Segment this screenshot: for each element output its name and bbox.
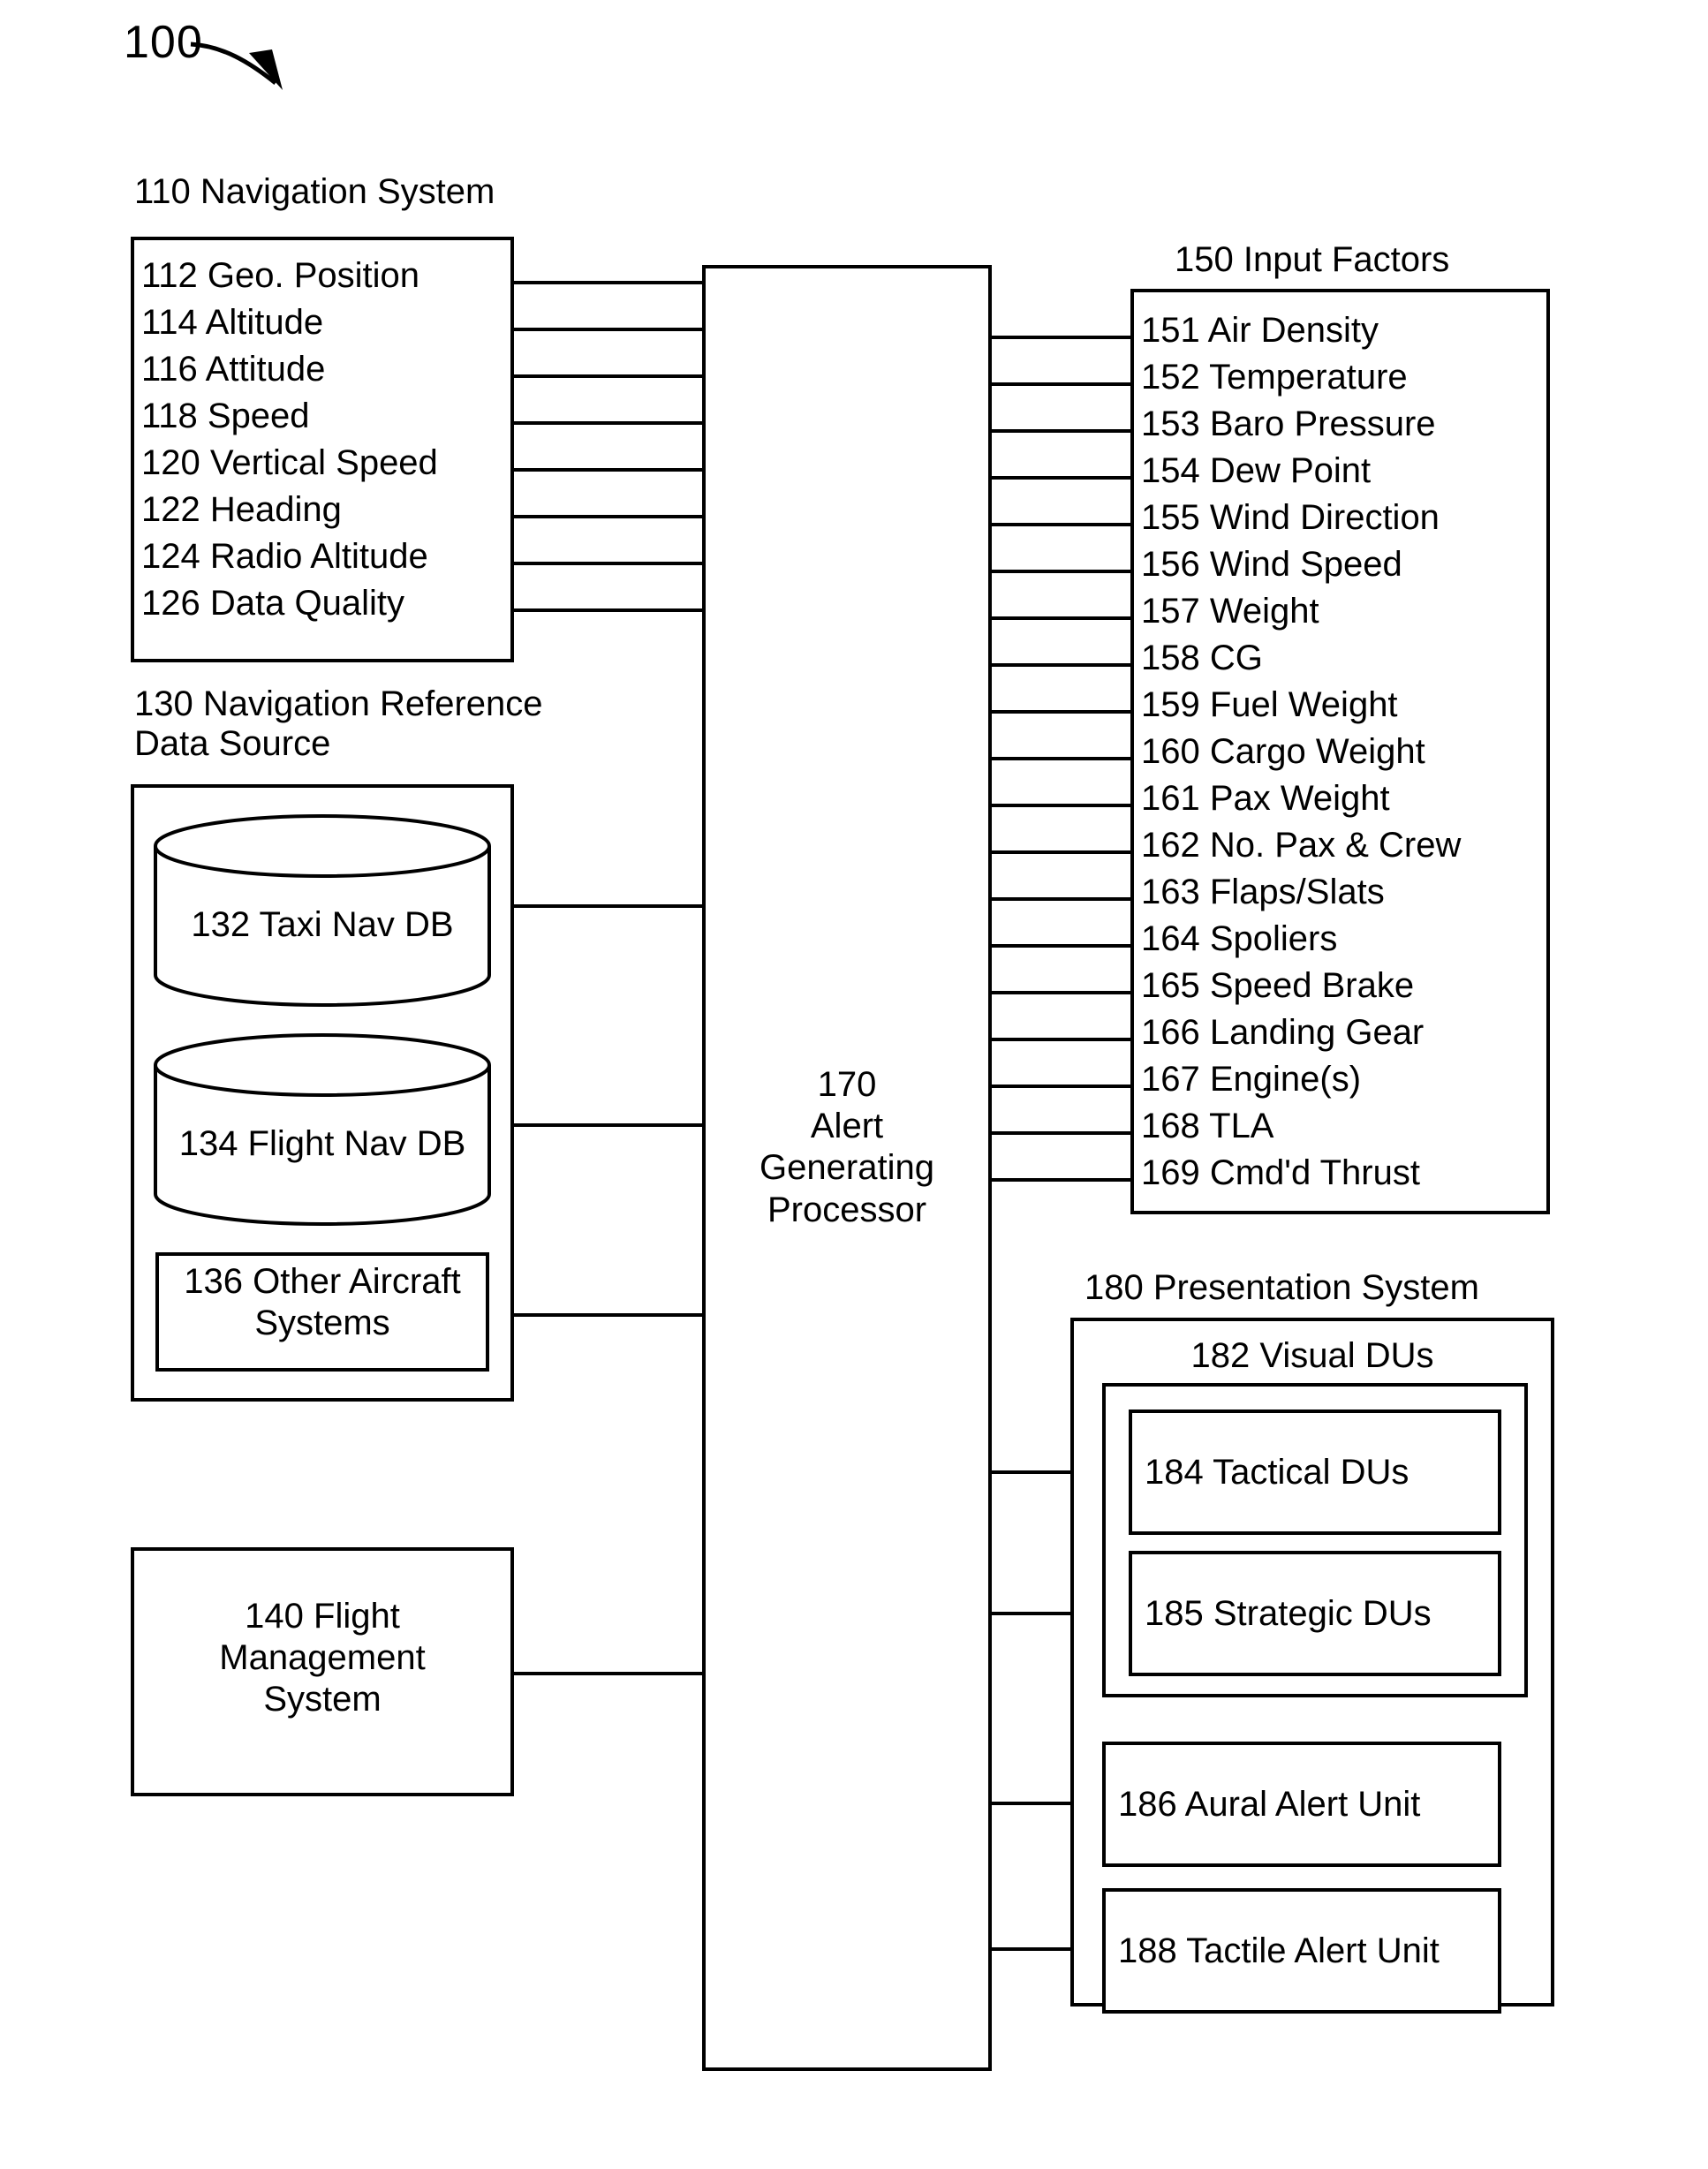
- input-factor-cargo-weight: 160 Cargo Weight: [1141, 732, 1425, 771]
- input-factor-cmdd-thrust: 169 Cmd'd Thrust: [1141, 1153, 1420, 1192]
- input-factor-speed-brake: 165 Speed Brake: [1141, 966, 1415, 1005]
- tactile-alert-unit-label: 188 Tactile Alert Unit: [1118, 1931, 1440, 1970]
- connector-line: [992, 1131, 1130, 1135]
- input-factor-weight: 157 Weight: [1141, 592, 1319, 631]
- input-factor-no-pax-crew: 162 No. Pax & Crew: [1141, 826, 1462, 865]
- alert-generating-processor-label: 170 Alert Generating Processor: [760, 1065, 934, 1229]
- connector-line: [514, 1123, 706, 1127]
- input-factor-flaps-slats: 163 Flaps/Slats: [1141, 873, 1385, 911]
- connector-line: [514, 328, 706, 331]
- connector-line: [514, 904, 706, 908]
- input-factor-landing-gear: 166 Landing Gear: [1141, 1013, 1425, 1052]
- input-factor-tla: 168 TLA: [1141, 1107, 1274, 1145]
- connector-line: [514, 468, 706, 472]
- connector-line: [514, 421, 706, 425]
- aural-alert-unit-label: 186 Aural Alert Unit: [1118, 1785, 1421, 1824]
- input-factor-wind-direction: 155 Wind Direction: [1141, 498, 1440, 537]
- connector-line: [992, 1612, 1070, 1615]
- connector-line: [514, 1313, 706, 1317]
- input-factor-fuel-weight: 159 Fuel Weight: [1141, 685, 1398, 724]
- navigation-system-caption: 110 Navigation System: [134, 172, 495, 211]
- connector-line: [992, 523, 1130, 526]
- nav-item-vertical-speed: 120 Vertical Speed: [141, 443, 438, 482]
- tactical-dus-label: 184 Tactical DUs: [1145, 1453, 1409, 1492]
- lead-line-arrow-icon: [190, 42, 283, 90]
- connector-line: [992, 804, 1130, 807]
- input-factor-baro-pressure: 153 Baro Pressure: [1141, 404, 1436, 443]
- connector-line: [992, 710, 1130, 714]
- connector-line: [992, 1084, 1130, 1088]
- connector-line: [514, 608, 706, 612]
- patent-figure-diagram: 100 110 Navigation System 112 Geo. Posit…: [0, 0, 1708, 2169]
- nav-item-geo-position: 112 Geo. Position: [141, 256, 420, 295]
- input-factor-cg: 158 CG: [1141, 639, 1263, 677]
- connector-line: [992, 336, 1130, 339]
- taxi-nav-db-label: 132 Taxi Nav DB: [191, 905, 454, 944]
- connector-line: [992, 382, 1130, 386]
- input-factor-temperature: 152 Temperature: [1141, 358, 1408, 397]
- connector-line: [992, 850, 1130, 854]
- nav-reference-data-source-caption: 130 Navigation Reference Data Source: [134, 684, 543, 763]
- connector-line: [514, 374, 706, 378]
- flight-management-system-label: 140 Flight Management System: [219, 1597, 426, 1719]
- input-factor-wind-speed: 156 Wind Speed: [1141, 545, 1402, 584]
- nav-item-data-quality: 126 Data Quality: [141, 584, 404, 623]
- connector-line: [992, 1470, 1070, 1474]
- input-factor-engines: 167 Engine(s): [1141, 1060, 1362, 1099]
- connector-line: [992, 663, 1130, 667]
- nav-item-altitude: 114 Altitude: [141, 303, 324, 342]
- connector-line: [992, 1178, 1130, 1182]
- input-factor-dew-point: 154 Dew Point: [1141, 451, 1372, 490]
- other-aircraft-systems-label: 136 Other Aircraft Systems: [184, 1262, 461, 1343]
- connector-line: [992, 429, 1130, 433]
- connector-line: [514, 281, 706, 284]
- connector-line: [992, 991, 1130, 994]
- nav-item-radio-altitude: 124 Radio Altitude: [141, 537, 428, 576]
- connector-line: [992, 570, 1130, 573]
- strategic-dus-label: 185 Strategic DUs: [1145, 1594, 1432, 1633]
- presentation-system-caption: 180 Presentation System: [1085, 1268, 1479, 1307]
- connector-line: [992, 944, 1130, 948]
- connector-line: [992, 616, 1130, 620]
- input-factors-caption: 150 Input Factors: [1175, 240, 1450, 279]
- connector-line: [992, 897, 1130, 901]
- connector-line: [992, 1038, 1130, 1041]
- flight-nav-db-label: 134 Flight Nav DB: [178, 1124, 466, 1163]
- connector-line: [514, 515, 706, 518]
- input-factor-pax-weight: 161 Pax Weight: [1141, 779, 1390, 818]
- nav-item-attitude: 116 Attitude: [141, 350, 326, 389]
- connector-line: [992, 1802, 1070, 1805]
- connector-line: [514, 1672, 706, 1675]
- input-factor-air-density: 151 Air Density: [1141, 311, 1379, 350]
- connector-line: [992, 476, 1130, 480]
- connector-line: [992, 757, 1130, 760]
- connector-line: [514, 562, 706, 565]
- nav-item-speed: 118 Speed: [141, 397, 310, 435]
- connector-line: [992, 1947, 1070, 1951]
- visual-dus-caption: 182 Visual DUs: [1190, 1336, 1434, 1375]
- input-factor-spoliers: 164 Spoliers: [1141, 919, 1338, 958]
- nav-item-heading: 122 Heading: [141, 490, 342, 529]
